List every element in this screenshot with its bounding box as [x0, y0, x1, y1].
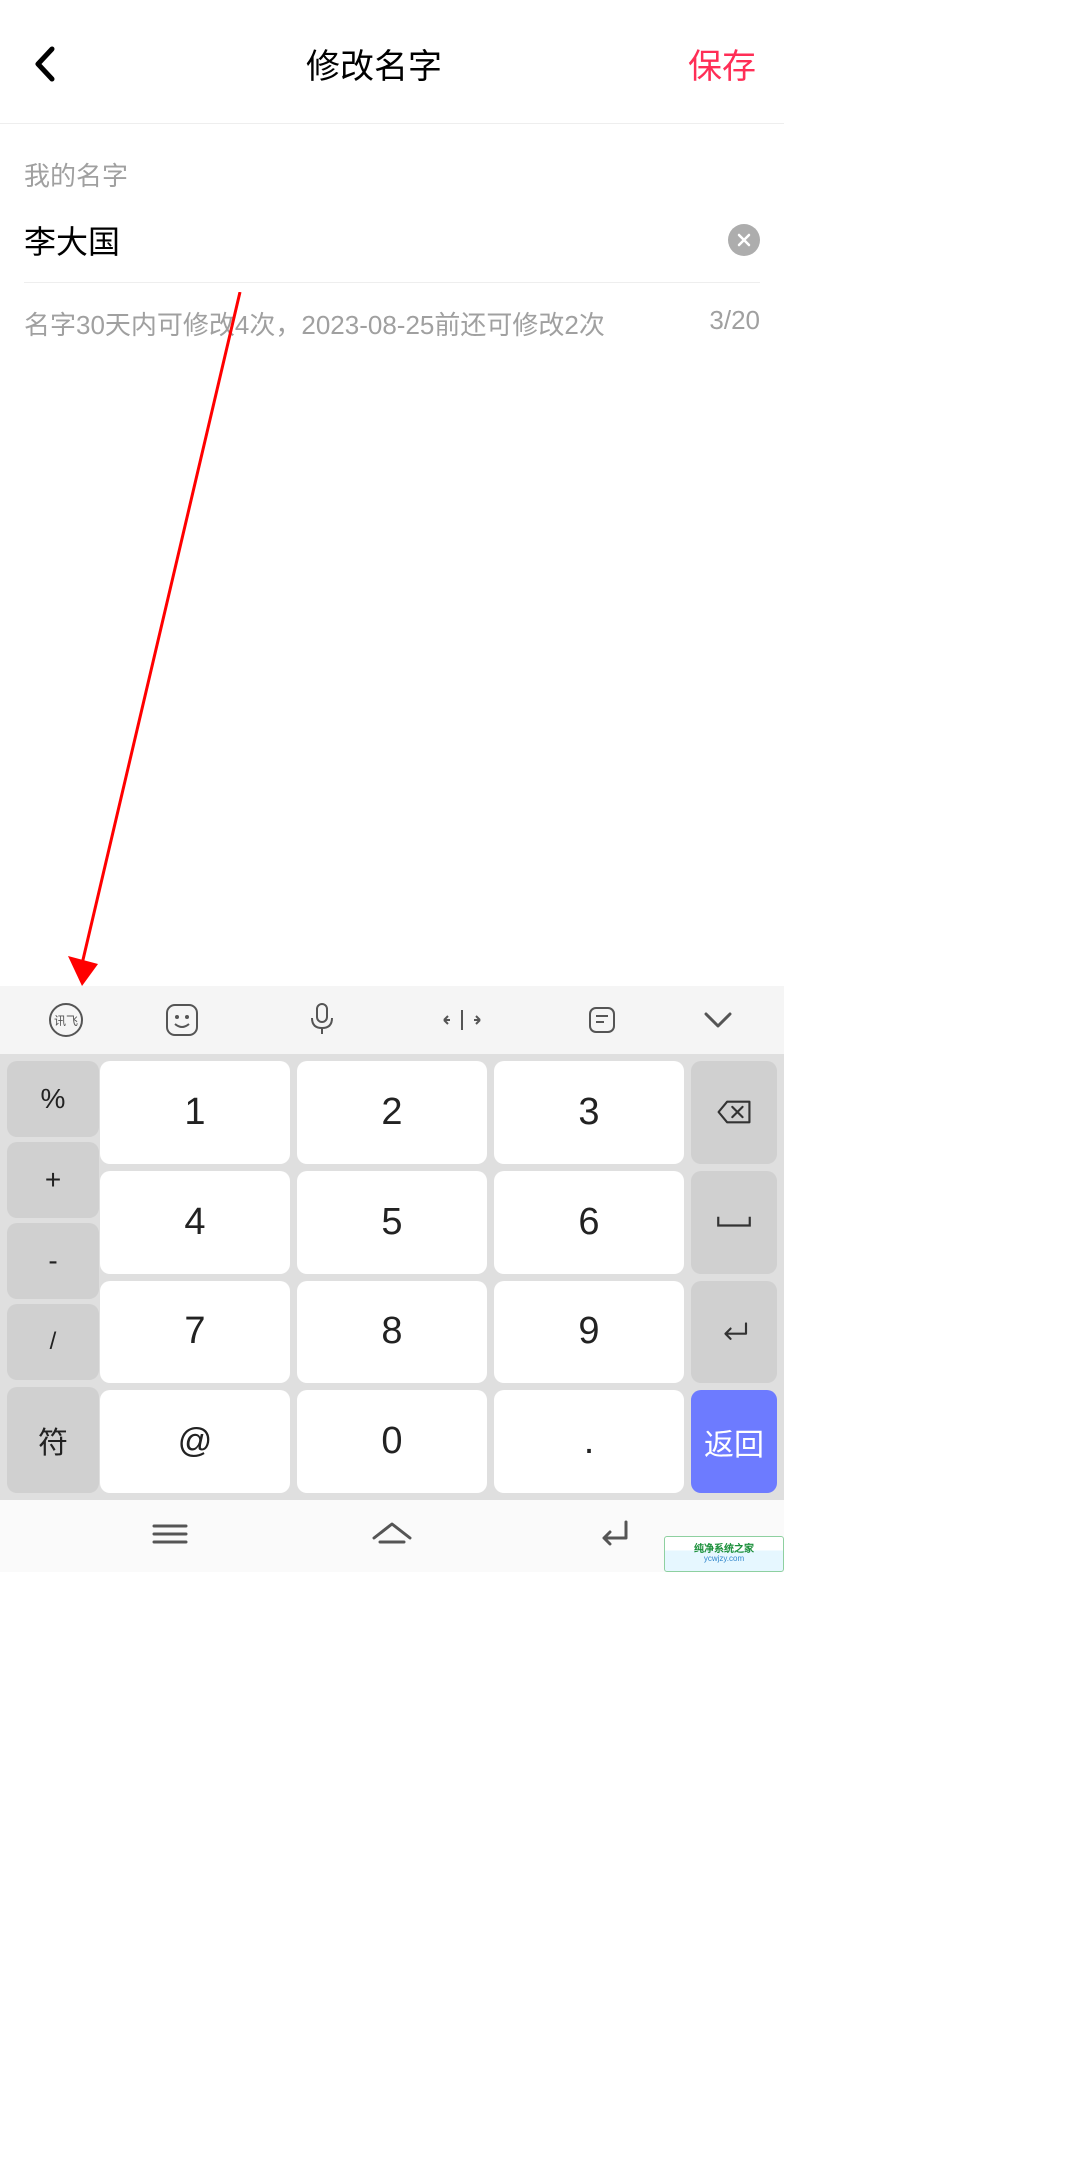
key-dot[interactable]: . — [494, 1390, 684, 1493]
hint-text: 名字30天内可修改4次，2023-08-25前还可修改2次 — [24, 305, 605, 342]
key-minus-final[interactable]: - — [7, 1223, 99, 1299]
back-icon[interactable] — [28, 48, 60, 80]
keyboard-toolbar: 讯飞 — [0, 986, 784, 1054]
backspace-icon[interactable] — [691, 1061, 777, 1164]
save-button[interactable]: 保存 — [688, 39, 756, 88]
name-input-row — [24, 221, 760, 283]
enter-icon[interactable] — [691, 1281, 777, 1384]
key-0[interactable]: 0 — [297, 1390, 487, 1493]
page-title: 修改名字 — [306, 39, 442, 88]
field-label: 我的名字 — [24, 156, 760, 193]
key-symbol-final[interactable]: 符 — [7, 1387, 99, 1493]
ime-brand-icon[interactable]: 讯飞 — [20, 992, 112, 1048]
nav-back-icon[interactable] — [594, 1520, 634, 1553]
nav-recent-icon[interactable] — [150, 1520, 190, 1553]
char-count: 3/20 — [709, 305, 760, 342]
cursor-move-icon[interactable] — [396, 992, 528, 1048]
hint-row: 名字30天内可修改4次，2023-08-25前还可修改2次 3/20 — [24, 305, 760, 342]
annotation-arrow — [62, 292, 252, 986]
key-percent-final[interactable]: % — [7, 1061, 99, 1137]
content-area: 我的名字 名字30天内可修改4次，2023-08-25前还可修改2次 3/20 — [0, 124, 784, 342]
header-bar: 修改名字 保存 — [0, 4, 784, 124]
clear-button[interactable] — [728, 224, 760, 256]
key-at[interactable]: @ — [100, 1390, 290, 1493]
key-6[interactable]: 6 — [494, 1171, 684, 1274]
key-8[interactable]: 8 — [297, 1281, 487, 1384]
keyboard-container: % 1 2 3 + 4 5 6 - 7 8 9 符 @ 0 . 返回 — [0, 1054, 784, 1500]
name-input[interactable] — [24, 221, 728, 258]
key-5[interactable]: 5 — [297, 1171, 487, 1274]
key-7[interactable]: 7 — [100, 1281, 290, 1384]
key-4[interactable]: 4 — [100, 1171, 290, 1274]
nav-home-icon[interactable] — [370, 1520, 414, 1553]
key-slash-final[interactable]: / — [7, 1304, 99, 1380]
keyboard-left-column: % + - / 符 — [0, 1054, 99, 1500]
svg-text:讯飞: 讯飞 — [54, 1014, 78, 1028]
emoji-icon[interactable] — [116, 992, 248, 1048]
key-9[interactable]: 9 — [494, 1281, 684, 1384]
microphone-icon[interactable] — [256, 992, 388, 1048]
key-1[interactable]: 1 — [100, 1061, 290, 1164]
watermark: 纯净系统之家 ycwjzy.com — [664, 1536, 784, 1572]
return-key[interactable]: 返回 — [691, 1390, 777, 1493]
space-icon[interactable] — [691, 1171, 777, 1274]
key-3[interactable]: 3 — [494, 1061, 684, 1164]
clipboard-icon[interactable] — [536, 992, 668, 1048]
collapse-keyboard-icon[interactable] — [672, 992, 764, 1048]
key-2[interactable]: 2 — [297, 1061, 487, 1164]
key-plus-final[interactable]: + — [7, 1142, 99, 1218]
